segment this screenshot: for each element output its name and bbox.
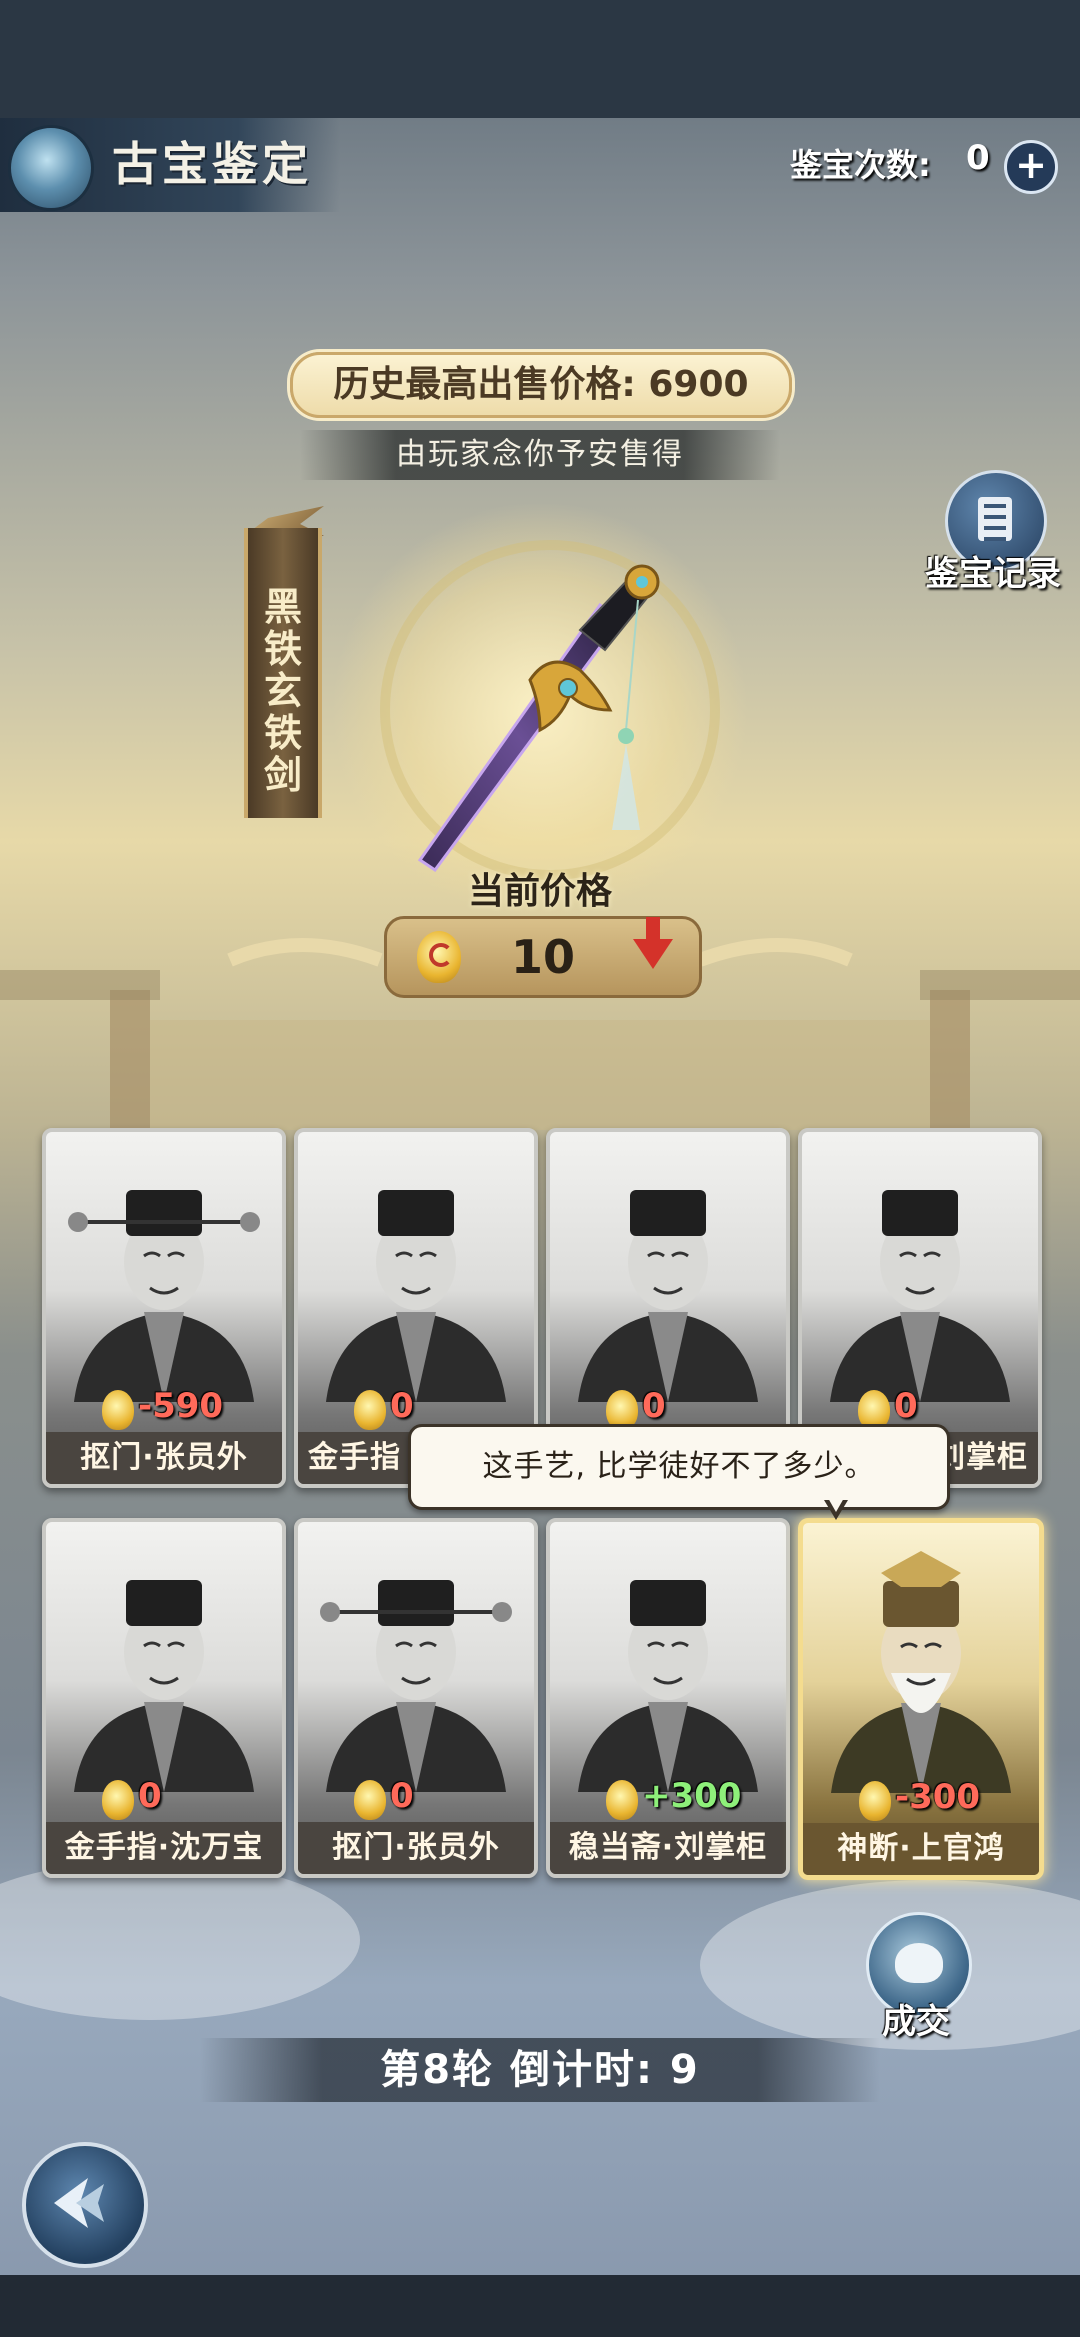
bid-value: 0 bbox=[894, 1386, 918, 1426]
merchant-portrait-icon bbox=[74, 1580, 254, 1792]
coin-icon bbox=[354, 1390, 386, 1430]
status-bar-area bbox=[0, 0, 1080, 118]
coin-icon bbox=[859, 1781, 891, 1821]
document-icon bbox=[978, 497, 1012, 541]
game-screen: 古宝鉴定 鉴宝次数: 0 + 历史最高出售价格: 6900 由玩家念你予安售得 … bbox=[0, 0, 1080, 2337]
appraise-count-label: 鉴宝次数: bbox=[790, 146, 931, 184]
scholar-portrait-icon bbox=[578, 1580, 758, 1792]
elder-portrait-icon bbox=[831, 1551, 1011, 1793]
page-title: 古宝鉴定 bbox=[112, 137, 312, 191]
bid-value: 0 bbox=[390, 1776, 414, 1816]
card-name-bar: 稳当斋·刘掌柜 bbox=[550, 1822, 786, 1874]
money-bag-icon bbox=[895, 1943, 943, 1983]
bidder-card[interactable]: -590 抠门·张员外 bbox=[42, 1128, 286, 1488]
card-name-bar: 抠门·张员外 bbox=[46, 1432, 282, 1484]
bidder-card[interactable]: -300 神断·上官鸿 bbox=[798, 1518, 1044, 1880]
bidder-name: 神断·上官鸿 bbox=[837, 1831, 1005, 1866]
speech-bubble-tail bbox=[824, 1498, 848, 1520]
history-price-banner: 历史最高出售价格: 6900 bbox=[290, 352, 792, 418]
scholar-portrait-icon bbox=[578, 1190, 758, 1402]
bidder-name: 抠门·张员外 bbox=[332, 1830, 500, 1865]
coin-icon bbox=[102, 1780, 134, 1820]
bid-value: +300 bbox=[642, 1776, 742, 1816]
card-name-bar: 抠门·张员外 bbox=[298, 1822, 534, 1874]
seller-bar: 由玩家念你予安售得 bbox=[300, 430, 780, 480]
bidder-card[interactable]: +300 稳当斋·刘掌柜 bbox=[546, 1518, 790, 1878]
bidder-name: 金手指·沈万宝 bbox=[64, 1830, 264, 1865]
seller-text: 由玩家念你予安售得 bbox=[396, 437, 684, 472]
sword-icon bbox=[417, 564, 660, 873]
bidder-card[interactable]: 0 抠门·张员外 bbox=[294, 1518, 538, 1878]
round-timer-bar: 第8轮 倒计时: 9 bbox=[200, 2038, 880, 2102]
coin-icon bbox=[102, 1390, 134, 1430]
official-hat-portrait-icon bbox=[68, 1190, 260, 1402]
round-timer-text: 第8轮 倒计时: 9 bbox=[380, 2047, 700, 2093]
price-down-arrow-icon bbox=[633, 917, 673, 969]
back-arrow-icon bbox=[54, 2178, 104, 2228]
back-button[interactable] bbox=[22, 2142, 148, 2268]
current-price-plate: 10 bbox=[384, 916, 702, 998]
bid-value: -300 bbox=[895, 1777, 981, 1817]
bidder-name: 稳当斋·刘掌柜 bbox=[568, 1830, 768, 1865]
game-logo-icon bbox=[8, 125, 94, 211]
bid-value: 0 bbox=[642, 1386, 666, 1426]
scholar-portrait-icon bbox=[830, 1190, 1010, 1402]
current-price-label: 当前价格 bbox=[467, 871, 612, 912]
bid-value: -590 bbox=[138, 1386, 224, 1426]
history-price-text: 历史最高出售价格: 6900 bbox=[333, 364, 749, 405]
bidder-name: 抠门·张员外 bbox=[80, 1440, 248, 1475]
speech-bubble-text: 这手艺, 比学徒好不了多少。 bbox=[482, 1449, 876, 1484]
add-count-button[interactable]: + bbox=[1004, 140, 1058, 194]
item-name-plate: 黑铁玄铁剑 bbox=[244, 528, 322, 818]
deal-button-label[interactable]: 成交 bbox=[866, 1994, 966, 2043]
cloud-decoration bbox=[0, 1860, 360, 2020]
coin-icon bbox=[606, 1780, 638, 1820]
record-button-label[interactable]: 鉴宝记录 bbox=[918, 546, 1068, 595]
item-name: 黑铁玄铁剑 bbox=[263, 585, 302, 797]
merchant-portrait-icon bbox=[326, 1190, 506, 1402]
bid-value: 0 bbox=[390, 1386, 414, 1426]
bid-value: 0 bbox=[138, 1776, 162, 1816]
bidder-card[interactable]: 0 金手指·沈万宝 bbox=[42, 1518, 286, 1878]
card-name-bar: 神断·上官鸿 bbox=[803, 1823, 1039, 1875]
speech-bubble: 这手艺, 比学徒好不了多少。 bbox=[408, 1424, 950, 1510]
card-name-bar: 金手指·沈万宝 bbox=[46, 1822, 282, 1874]
official-hat-portrait-icon bbox=[320, 1580, 512, 1792]
nav-bar-area bbox=[0, 2275, 1080, 2337]
appraise-count-value: 0 bbox=[966, 138, 990, 178]
coin-icon bbox=[354, 1780, 386, 1820]
